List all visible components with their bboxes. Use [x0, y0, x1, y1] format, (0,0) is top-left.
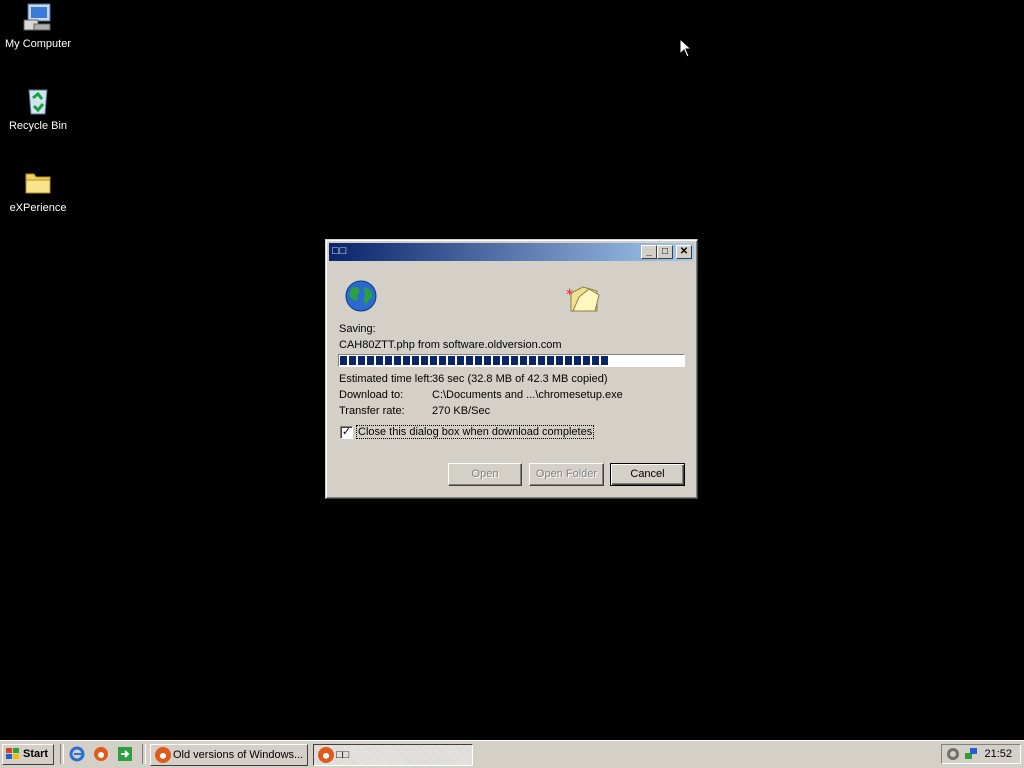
taskbar-separator	[142, 744, 146, 764]
start-label: Start	[23, 748, 49, 760]
file-source-text: CAH80ZTT.php from software.oldversion.co…	[339, 339, 562, 351]
close-button[interactable]: ✕	[676, 245, 692, 259]
open-button[interactable]: Open	[448, 463, 522, 486]
desktop-icon-label: eXPerience	[9, 202, 67, 214]
network-tray-icon[interactable]	[964, 747, 978, 761]
taskbar-button-label: □□	[336, 749, 350, 761]
browser-icon	[318, 747, 334, 763]
close-on-complete-checkbox[interactable]: ✓	[340, 426, 353, 439]
internet-explorer-icon[interactable]	[69, 746, 85, 762]
desktop-icon-my-computer[interactable]: My Computer	[0, 2, 76, 51]
download-to-label: Download to:	[339, 389, 404, 401]
recycle-bin-icon	[22, 84, 54, 116]
download-dialog: □□ _ □ ✕	[325, 239, 698, 499]
system-tray: 21:52	[941, 744, 1021, 764]
windows-logo-icon	[6, 748, 20, 760]
dialog-title: □□	[332, 245, 348, 257]
taskbar-button-label: Old versions of Windows...	[173, 749, 304, 761]
download-progress-bar	[338, 354, 685, 367]
cancel-button[interactable]: Cancel	[610, 463, 685, 486]
open-folder-button-label: Open Folder	[535, 468, 598, 480]
svg-text:*: *	[566, 287, 573, 303]
close-on-complete-label[interactable]: Close this dialog box when download comp…	[356, 425, 595, 439]
minimize-button[interactable]: _	[641, 245, 657, 259]
desktop-icon-label: Recycle Bin	[8, 120, 68, 132]
saving-label: Saving:	[339, 323, 376, 335]
browser-icon	[155, 747, 171, 763]
taskbar-button-download[interactable]: □□	[313, 744, 473, 766]
open-folder-button[interactable]: Open Folder	[529, 463, 604, 486]
open-folder-icon: *	[566, 286, 600, 312]
cancel-button-label: Cancel	[630, 468, 665, 480]
transfer-rate-value: 270 KB/Sec	[432, 405, 491, 417]
taskbar: Start Old versions of Windows... □□ 21:5…	[0, 740, 1024, 768]
globe-icon	[345, 280, 377, 312]
estimated-time-label: Estimated time left:	[339, 373, 433, 385]
open-button-label: Open	[471, 468, 499, 480]
mouse-cursor-icon	[679, 38, 691, 58]
desktop-icon-recycle-bin[interactable]: Recycle Bin	[0, 84, 76, 133]
download-to-value: C:\Documents and ...\chromesetup.exe	[432, 389, 623, 401]
show-desktop-icon[interactable]	[117, 746, 133, 762]
browser-quicklaunch-icon[interactable]	[93, 746, 109, 762]
estimated-time-value: 36 sec (32.8 MB of 42.3 MB copied)	[432, 373, 608, 385]
taskbar-button-browser[interactable]: Old versions of Windows...	[150, 744, 308, 766]
security-tray-icon[interactable]	[946, 747, 960, 761]
start-button[interactable]: Start	[2, 744, 54, 765]
transfer-rate-label: Transfer rate:	[339, 405, 405, 417]
taskbar-separator	[60, 744, 64, 764]
my-computer-icon	[22, 2, 54, 34]
desktop-icon-experience[interactable]: eXPerience	[0, 166, 76, 215]
maximize-button[interactable]: □	[657, 245, 673, 259]
dialog-titlebar[interactable]: □□ _ □ ✕	[329, 243, 694, 261]
folder-icon	[22, 166, 54, 198]
progress-fill	[340, 356, 608, 365]
desktop-icon-label: My Computer	[4, 38, 72, 50]
clock[interactable]: 21:52	[984, 748, 1012, 760]
